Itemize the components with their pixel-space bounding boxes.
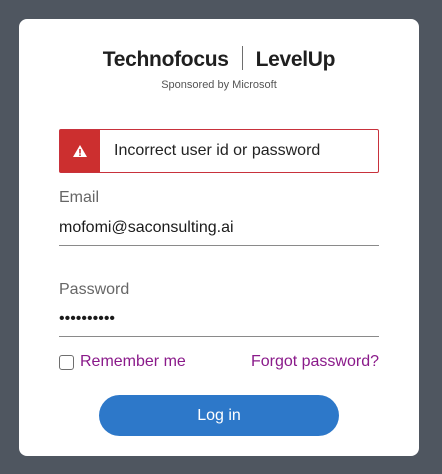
brand-divider [241,46,243,70]
remember-me[interactable]: Remember me [59,353,186,371]
password-label: Password [59,281,130,298]
login-card: Technofocus LevelUp Sponsored by Microsof… [19,19,419,456]
error-message: Incorrect user id or password [114,142,321,159]
options-row: Remember me Forgot password? [59,353,379,371]
brand-logo: Technofocus LevelUp [19,46,419,72]
remember-me-label[interactable]: Remember me [80,353,186,371]
error-alert: Incorrect user id or password [59,129,379,173]
email-field[interactable]: mofomi@saconsulting.ai [59,219,379,246]
warning-icon [60,130,100,172]
login-button[interactable]: Log in [99,395,339,436]
password-field[interactable]: •••••••••• [59,310,379,337]
sponsor-text: Sponsored by Microsoft [161,79,277,91]
remember-me-checkbox[interactable] [59,354,74,370]
email-label: Email [59,189,100,206]
brand-name-levelup: LevelUp [255,48,336,71]
forgot-password-link[interactable]: Forgot password? [251,353,379,371]
brand-name-technofocus: Technofocus [102,48,229,71]
